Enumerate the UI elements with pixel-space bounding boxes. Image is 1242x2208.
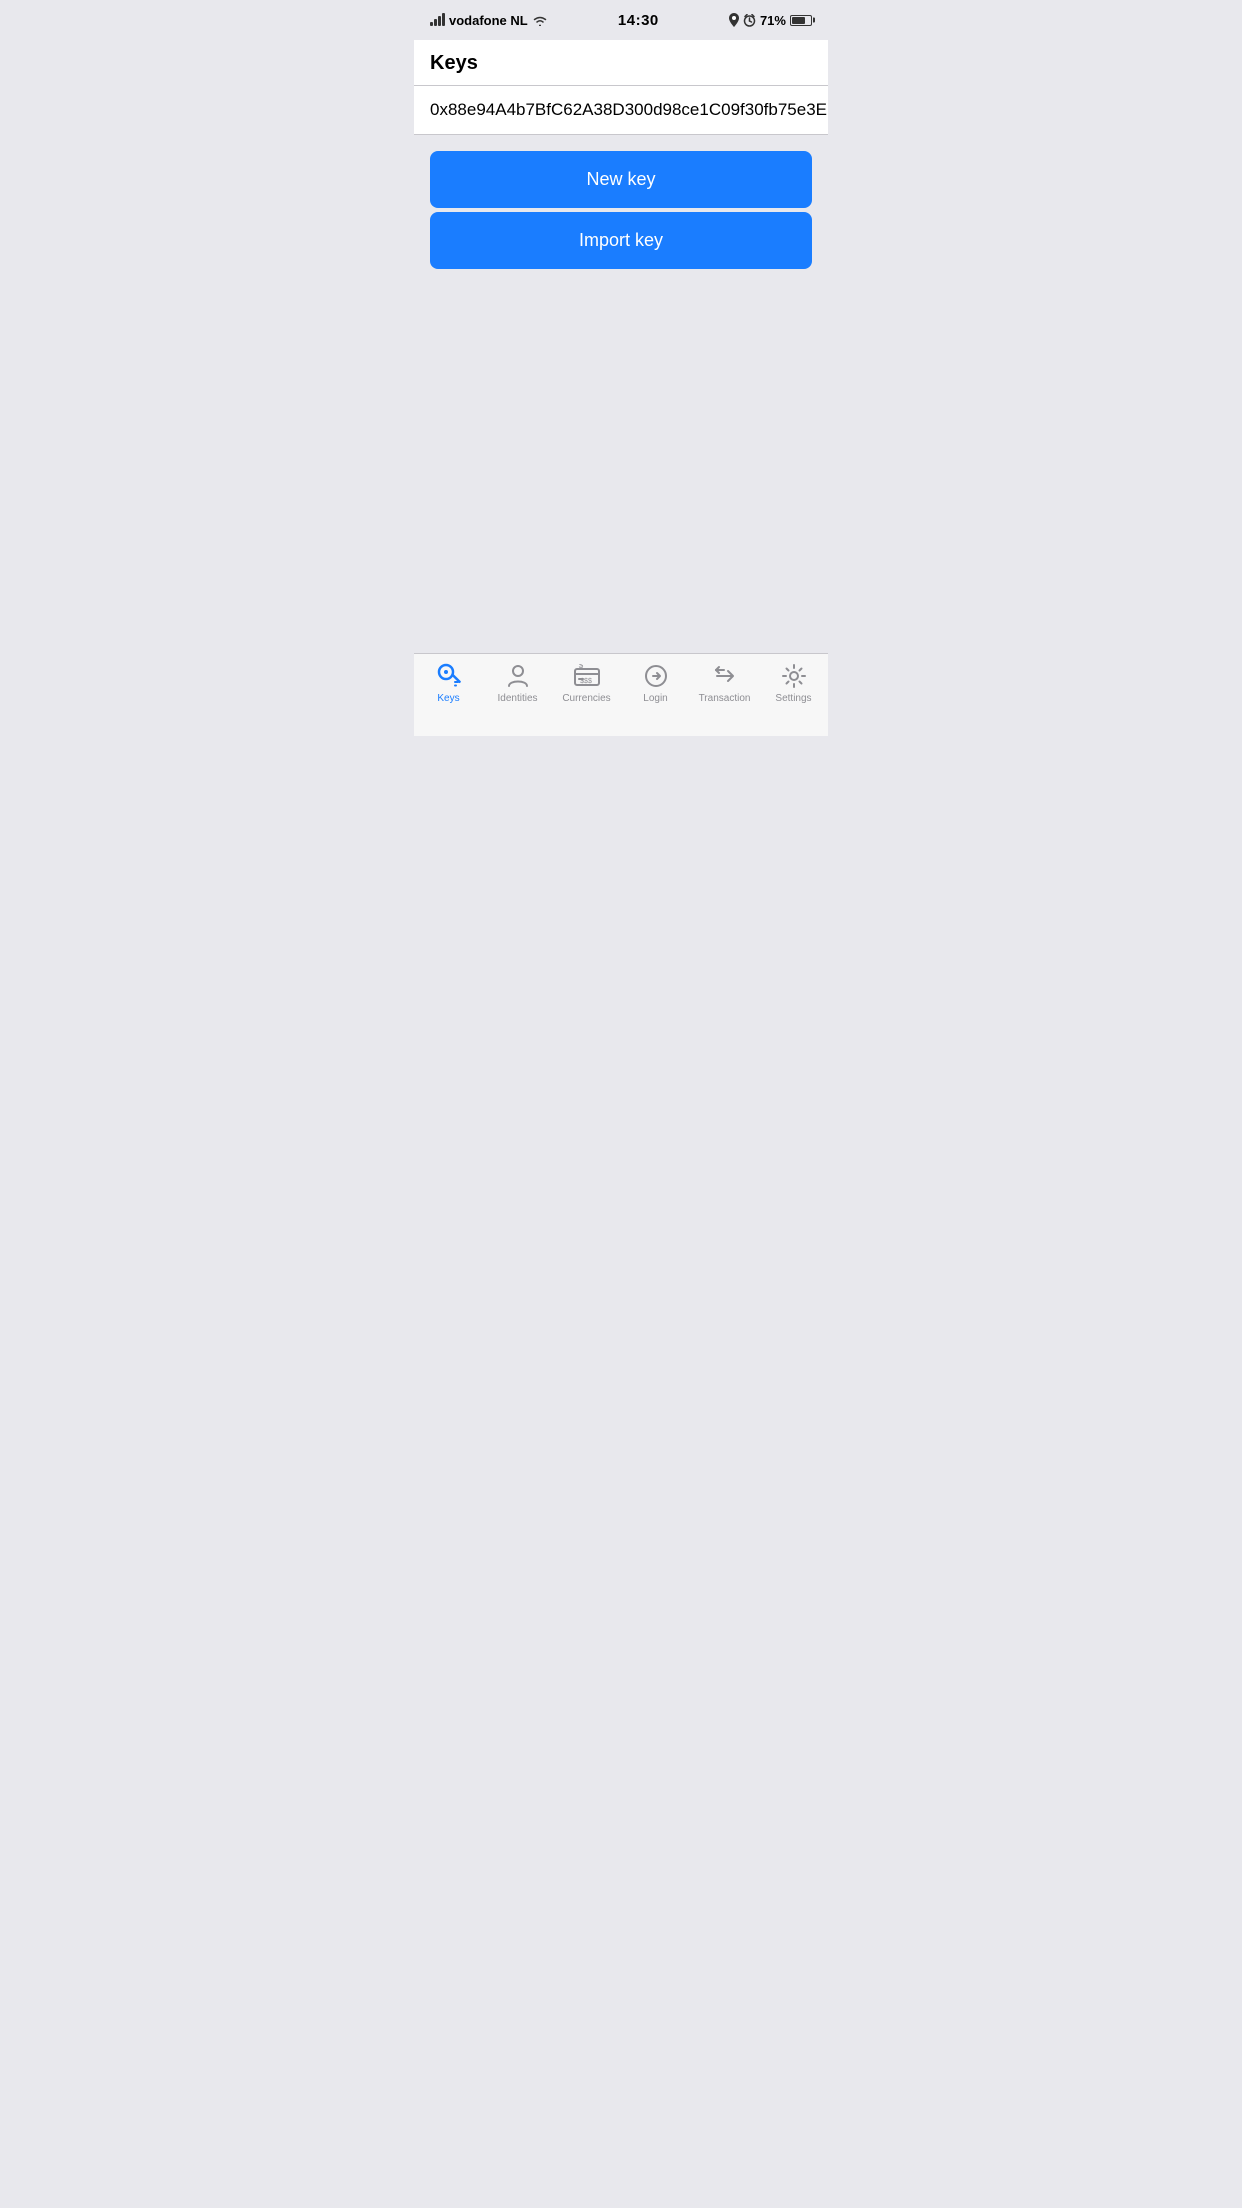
tab-keys[interactable]: Keys	[414, 662, 483, 704]
tab-bar: Keys Identities $ $$$ Currencies	[414, 653, 828, 736]
tab-login[interactable]: Login	[621, 662, 690, 704]
status-right: 71%	[729, 13, 812, 28]
tab-settings-label: Settings	[775, 693, 811, 704]
buttons-area: New key Import key	[414, 135, 828, 285]
tab-settings[interactable]: Settings	[759, 662, 828, 704]
tab-login-label: Login	[643, 693, 667, 704]
tab-transaction-label: Transaction	[699, 693, 751, 704]
time-display: 14:30	[618, 12, 659, 29]
tab-transaction[interactable]: Transaction	[690, 662, 759, 704]
page-title-section: Keys	[414, 40, 828, 86]
tab-keys-label: Keys	[437, 693, 459, 704]
settings-icon	[780, 662, 808, 690]
new-key-button[interactable]: New key	[430, 151, 812, 208]
tab-currencies[interactable]: $ $$$ Currencies	[552, 662, 621, 704]
tab-identities[interactable]: Identities	[483, 662, 552, 704]
tab-currencies-label: Currencies	[562, 693, 610, 704]
import-key-button[interactable]: Import key	[430, 212, 812, 269]
svg-text:$: $	[578, 664, 583, 670]
location-icon	[729, 13, 739, 27]
transaction-icon	[711, 662, 739, 690]
identities-icon	[504, 662, 532, 690]
battery-percent: 71%	[760, 13, 786, 28]
empty-space	[414, 285, 828, 653]
svg-text:$$$: $$$	[580, 678, 592, 685]
status-bar: vodafone NL 14:30 71%	[414, 0, 828, 40]
key-address: 0x88e94A4b7BfC62A38D300d98ce1C09f30fb75e…	[414, 86, 828, 135]
status-left: vodafone NL	[430, 13, 548, 28]
login-icon	[642, 662, 670, 690]
currencies-icon: $ $$$	[573, 662, 601, 690]
wifi-icon	[532, 14, 548, 26]
battery-icon	[790, 15, 812, 26]
alarm-icon	[743, 14, 756, 27]
signal-icon	[430, 14, 445, 26]
tab-identities-label: Identities	[497, 693, 537, 704]
carrier-label: vodafone NL	[449, 13, 528, 28]
page-title: Keys	[430, 52, 478, 74]
keys-icon	[435, 662, 463, 690]
main-content: Keys 0x88e94A4b7BfC62A38D300d98ce1C09f30…	[414, 40, 828, 653]
